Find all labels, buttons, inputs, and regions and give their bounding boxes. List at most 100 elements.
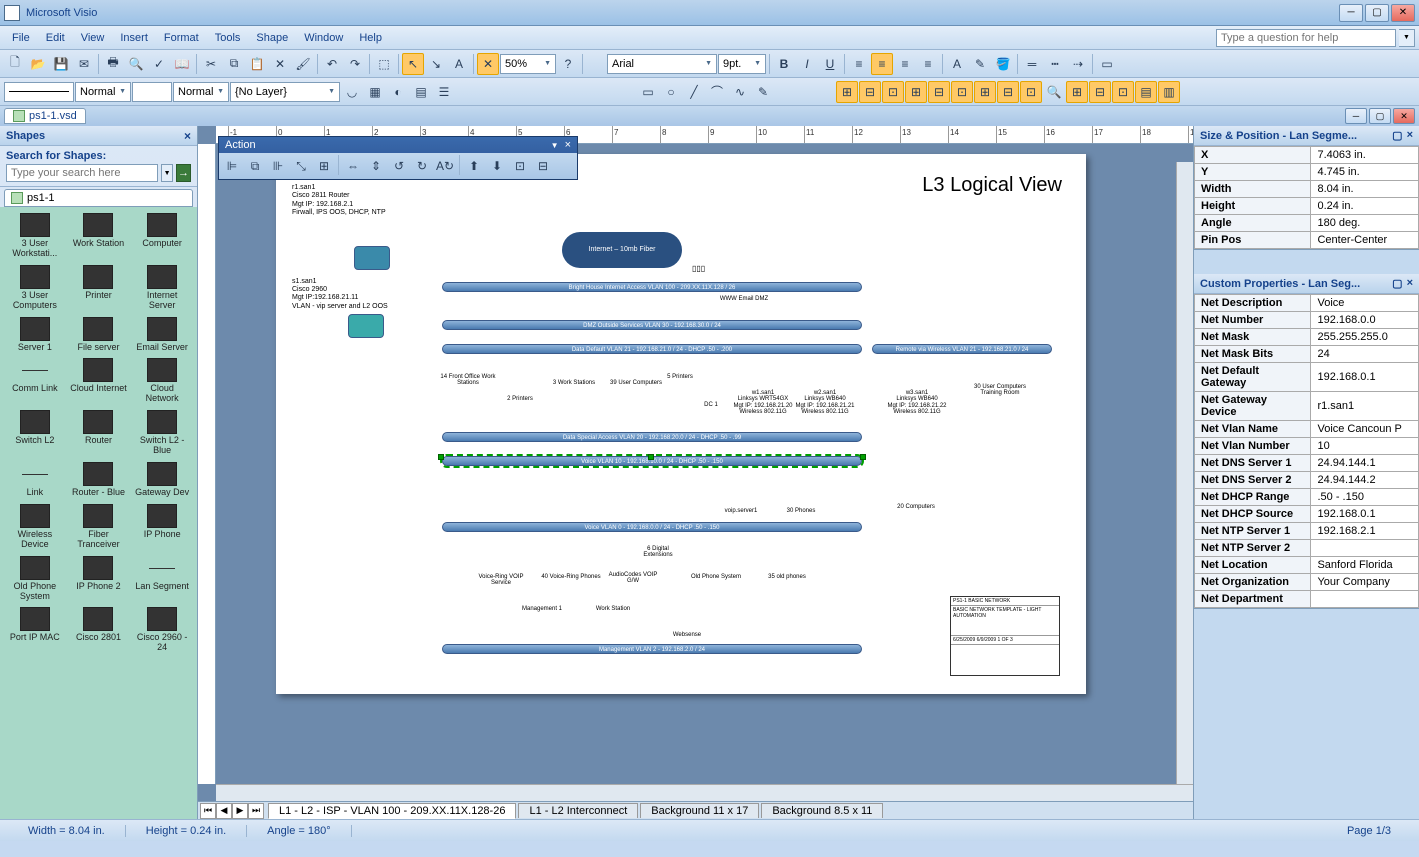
stencil-tab[interactable]: ps1-1	[4, 189, 193, 207]
prop-value[interactable]: 4.745 in.	[1311, 164, 1419, 181]
group-icon[interactable]: ⊡	[509, 155, 531, 177]
prop-value[interactable]: Sanford Florida	[1311, 557, 1419, 574]
snap-grid-icon[interactable]: ⊡	[882, 81, 904, 103]
snap-guides-icon[interactable]: ⊞	[974, 81, 996, 103]
snap-glue-icon[interactable]: ⊞	[836, 81, 858, 103]
shapes-window-icon[interactable]: ⬚	[373, 53, 395, 75]
vertical-ruler[interactable]	[198, 144, 216, 784]
size-pos-icon[interactable]: ⊟	[1089, 81, 1111, 103]
shape-item[interactable]: Computer	[131, 211, 193, 261]
layer-dropdown[interactable]: {No Layer}▼	[230, 82, 340, 102]
save-icon[interactable]: 💾	[50, 53, 72, 75]
align-left-icon[interactable]: ≡	[848, 53, 870, 75]
shape-item[interactable]: Old Phone System	[4, 554, 66, 604]
shape-item[interactable]: Work Station	[68, 211, 130, 261]
prop-row[interactable]: Net Number192.168.0.0	[1195, 312, 1419, 329]
panel-restore-icon[interactable]: ▢	[1392, 129, 1402, 142]
redo-icon[interactable]: ↷	[344, 53, 366, 75]
font-color-icon[interactable]: A	[946, 53, 968, 75]
rotate-text-icon[interactable]: A↻	[434, 155, 456, 177]
prop-row[interactable]: Net DHCP Source192.168.0.1	[1195, 506, 1419, 523]
drawing-page[interactable]: Productive Solutions Inc. – Company Conf…	[276, 154, 1086, 694]
distribute-icon[interactable]: ⊪	[267, 155, 289, 177]
pointer-tool-icon[interactable]: ↖	[402, 53, 424, 75]
copy-icon[interactable]: ⧉	[223, 53, 245, 75]
segment-vlan20[interactable]: Data Special Access VLAN 20 - 192.168.20…	[442, 432, 862, 442]
sheet-tab-0[interactable]: L1 - L2 - ISP - VLAN 100 - 209.XX.11X.12…	[268, 803, 516, 819]
prop-row[interactable]: Angle180 deg.	[1195, 215, 1419, 232]
shape-item[interactable]: IP Phone	[131, 502, 193, 552]
text-block-icon[interactable]: ▭	[1096, 53, 1118, 75]
freeform-tool-icon[interactable]: ∿	[729, 81, 751, 103]
prop-row[interactable]: Net NTP Server 1192.168.2.1	[1195, 523, 1419, 540]
corner-rounding-icon[interactable]: ◡	[341, 81, 363, 103]
research-icon[interactable]: 📖	[171, 53, 193, 75]
sheet-first-button[interactable]: ⏮	[200, 803, 216, 819]
menu-window[interactable]: Window	[296, 30, 351, 46]
action-toolbar[interactable]: Action ▼ × ⊫ ⧉ ⊪ ⤡ ⊞ ⇔ ⇕ ↺ ↻ A↻ ⬆ ⬇ ⊡ ⊟	[218, 136, 578, 180]
menu-help[interactable]: Help	[351, 30, 390, 46]
shape-item[interactable]: 3 User Computers	[4, 263, 66, 313]
shape-item[interactable]: IP Phone 2	[68, 554, 130, 604]
layer-props-icon[interactable]: ▤	[410, 81, 432, 103]
line-weight-icon[interactable]: ═	[1021, 53, 1043, 75]
switch-s1-icon[interactable]	[348, 314, 384, 338]
shape-item[interactable]: Email Server	[131, 315, 193, 355]
internet-cloud[interactable]: Internet – 10mb Fiber	[562, 232, 682, 268]
prop-row[interactable]: Net DescriptionVoice	[1195, 295, 1419, 312]
align-justify-icon[interactable]: ≡	[917, 53, 939, 75]
shape-item[interactable]: Internet Server	[131, 263, 193, 313]
prop-value[interactable]: 24.94.144.1	[1311, 455, 1419, 472]
snap-geometry-icon[interactable]: ⊡	[951, 81, 973, 103]
bring-front-icon[interactable]: ⬆	[463, 155, 485, 177]
panel-close-icon[interactable]: ×	[1407, 129, 1413, 142]
shape-item[interactable]: 3 User Workstati...	[4, 211, 66, 261]
fill-color-icon[interactable]: 🪣	[992, 53, 1014, 75]
prop-row[interactable]: Net Gateway Devicer1.san1	[1195, 392, 1419, 421]
prop-value[interactable]: 180 deg.	[1311, 215, 1419, 232]
snap-ruler-icon[interactable]: ⊟	[859, 81, 881, 103]
paste-icon[interactable]: 📋	[246, 53, 268, 75]
shape-data-icon[interactable]: ▥	[1158, 81, 1180, 103]
shape-item[interactable]: Cisco 2801	[68, 605, 130, 655]
sheet-next-button[interactable]: ▶	[232, 803, 248, 819]
shape-item[interactable]: Comm Link	[4, 356, 66, 406]
shape-item[interactable]: Cloud Network	[131, 356, 193, 406]
open-icon[interactable]: 📂	[27, 53, 49, 75]
delete-icon[interactable]: ✕	[269, 53, 291, 75]
prop-value[interactable]: r1.san1	[1311, 392, 1419, 421]
help-dropdown-button[interactable]: ▼	[1399, 29, 1415, 47]
shape-item[interactable]: Port IP MAC	[4, 605, 66, 655]
prop-row[interactable]: Net LocationSanford Florida	[1195, 557, 1419, 574]
menu-shape[interactable]: Shape	[248, 30, 296, 46]
layout-shapes-icon[interactable]: ⊞	[313, 155, 335, 177]
snap-vertices-icon[interactable]: ⊡	[1020, 81, 1042, 103]
line-pattern-icon[interactable]: ┅	[1044, 53, 1066, 75]
document-tab[interactable]: ps1-1.vsd	[4, 108, 86, 124]
menu-format[interactable]: Format	[156, 30, 207, 46]
undo-icon[interactable]: ↶	[321, 53, 343, 75]
bold-icon[interactable]: B	[773, 53, 795, 75]
print-preview-icon[interactable]: 🔍	[125, 53, 147, 75]
format-painter-icon[interactable]: 🖌	[292, 53, 314, 75]
font-dropdown[interactable]: Arial▼	[607, 54, 717, 74]
rectangle-tool-icon[interactable]: ▭	[637, 81, 659, 103]
zoom-dropdown[interactable]: 50%▼	[500, 54, 556, 74]
drawing-scroll-area[interactable]: Productive Solutions Inc. – Company Conf…	[216, 144, 1193, 784]
action-toolbar-close-icon[interactable]: ×	[565, 139, 571, 151]
segment-vlan21[interactable]: Data Default VLAN 21 - 192.168.21.0 / 24…	[442, 344, 862, 354]
selection-handle[interactable]	[648, 454, 654, 460]
email-icon[interactable]: ✉	[73, 53, 95, 75]
custom-props-icon[interactable]: ▤	[1135, 81, 1157, 103]
prop-value[interactable]: Your Company	[1311, 574, 1419, 591]
fill-style-dropdown[interactable]: Normal▼	[173, 82, 229, 102]
prop-row[interactable]: Net Mask255.255.255.0	[1195, 329, 1419, 346]
shape-item[interactable]: Server 1	[4, 315, 66, 355]
line-color-icon[interactable]: ✎	[969, 53, 991, 75]
segment-vlan21-remote[interactable]: Remote via Wireless VLAN 21 - 192.168.21…	[872, 344, 1052, 354]
shape-item[interactable]: Router - Blue	[68, 460, 130, 500]
snap-alignment-icon[interactable]: ⊞	[905, 81, 927, 103]
dmz-servers-icon[interactable]: ▯▯▯	[692, 264, 792, 284]
prop-value[interactable]: 192.168.0.1	[1311, 506, 1419, 523]
vertical-scrollbar[interactable]	[1176, 162, 1193, 784]
